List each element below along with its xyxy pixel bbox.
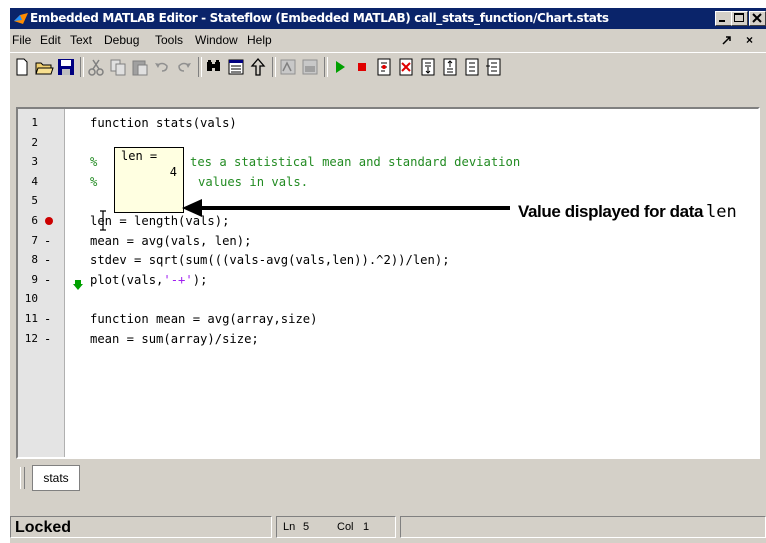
- status-position-panel: Ln 5 Col 1: [276, 516, 396, 538]
- annotation-label: Value displayed for data: [518, 202, 704, 221]
- close-icon: [752, 13, 762, 23]
- toolbar-separator: [80, 57, 84, 77]
- tab-strip: stats: [16, 463, 760, 495]
- line-label: Ln: [283, 521, 296, 533]
- toolbar: [10, 52, 766, 81]
- minimize-button[interactable]: [715, 11, 732, 26]
- restore-icon: [722, 36, 731, 45]
- code-editor[interactable]: 1 2 3 4 5 6 7-8-9-10 11-12- function stats(vals…: [16, 107, 760, 459]
- go-to-icon[interactable]: [248, 57, 268, 77]
- execution-arrow-icon: [73, 279, 83, 290]
- status-bar: Locked Ln 5 Col 1: [10, 516, 766, 543]
- step-out-icon[interactable]: [440, 57, 460, 77]
- code-line[interactable]: mean = avg(vals, len);: [90, 234, 251, 248]
- line-number: 8: [31, 253, 38, 267]
- menu-help[interactable]: Help: [247, 33, 272, 47]
- status-locked: Locked: [15, 519, 72, 536]
- toolbar-separator: [324, 57, 328, 77]
- line-number: 9: [31, 272, 38, 286]
- executable-line-marker[interactable]: -: [44, 312, 51, 326]
- menu-debug[interactable]: Debug: [104, 33, 139, 47]
- code-line[interactable]: function mean = avg(array,size): [90, 312, 317, 326]
- line-number: 7: [31, 233, 38, 247]
- line-number: 3: [31, 155, 38, 169]
- code-line[interactable]: function stats(vals): [90, 116, 237, 130]
- menu-bar: File Edit Text Debug Tools Window Help ×: [10, 30, 766, 50]
- title-bar: Embedded MATLAB Editor - Stateflow (Embe…: [10, 8, 766, 29]
- data-value-tooltip: len = 4: [114, 147, 184, 213]
- status-state-panel: Locked: [10, 516, 272, 538]
- code-line[interactable]: stdev = sqrt(sum(((vals-avg(vals,len)).^…: [90, 253, 450, 267]
- close-button[interactable]: [749, 11, 766, 26]
- code-line[interactable]: mean = sum(array)/size;: [90, 332, 259, 346]
- menu-file[interactable]: File: [12, 33, 31, 47]
- maximize-button[interactable]: [731, 11, 748, 26]
- annotation-variable: len: [706, 202, 737, 222]
- mdi-close-button[interactable]: ×: [746, 33, 753, 47]
- compile-icon[interactable]: [300, 57, 320, 77]
- executable-line-marker[interactable]: -: [44, 253, 51, 267]
- line-number: 6: [31, 214, 38, 227]
- toolbar-separator: [198, 57, 202, 77]
- exit-debug-icon[interactable]: [484, 57, 504, 77]
- new-file-icon[interactable]: [12, 57, 32, 77]
- executable-line-marker[interactable]: -: [44, 234, 51, 248]
- tab-stats[interactable]: stats: [32, 465, 80, 491]
- line-number: 5: [31, 194, 38, 208]
- tooltip-value: 4: [169, 165, 177, 179]
- toolbar-separator: [272, 57, 276, 77]
- line-number: 10: [24, 292, 38, 306]
- paste-icon[interactable]: [130, 57, 150, 77]
- code-line[interactable]: plot(vals,'-+');: [90, 273, 207, 287]
- executable-line-marker[interactable]: -: [44, 332, 51, 346]
- column-label: Col: [337, 521, 354, 533]
- minimize-icon: [719, 20, 725, 22]
- text-cursor-icon: [100, 210, 106, 231]
- tab-grip: [20, 467, 25, 489]
- comment-text: values in vals.: [198, 174, 309, 189]
- line-number: 4: [31, 174, 38, 188]
- line-number: 1: [31, 116, 38, 129]
- code-line[interactable]: %: [90, 155, 97, 169]
- matlab-logo-icon: [14, 13, 28, 24]
- redo-icon[interactable]: [174, 57, 194, 77]
- editor-window: Embedded MATLAB Editor - Stateflow (Embe…: [10, 8, 766, 543]
- line-value: 5: [303, 521, 310, 533]
- menu-text[interactable]: Text: [70, 33, 92, 47]
- menu-edit[interactable]: Edit: [40, 33, 61, 47]
- undo-icon[interactable]: [152, 57, 172, 77]
- annotation-arrow: [182, 199, 510, 217]
- find-icon[interactable]: [204, 57, 224, 77]
- list-icon[interactable]: [226, 57, 246, 77]
- cut-icon[interactable]: [86, 57, 106, 77]
- stop-icon[interactable]: [352, 57, 372, 77]
- comment-text: tes a statistical mean and standard devi…: [190, 155, 521, 170]
- step-icon[interactable]: [374, 57, 394, 77]
- executable-line-marker[interactable]: -: [44, 273, 51, 287]
- mdi-restore-button[interactable]: [722, 33, 732, 48]
- status-extra-panel: [400, 516, 766, 538]
- line-number: 2: [31, 135, 38, 149]
- run-icon[interactable]: [330, 57, 350, 77]
- line-number: 11: [24, 312, 38, 325]
- menu-tools[interactable]: Tools: [155, 33, 183, 47]
- menu-window[interactable]: Window: [195, 33, 238, 47]
- line-number-gutter: 1 2 3 4 5 6 7-8-9-10 11-12-: [18, 109, 65, 457]
- step-over-icon[interactable]: [462, 57, 482, 77]
- copy-icon[interactable]: [108, 57, 128, 77]
- open-folder-icon[interactable]: [34, 57, 54, 77]
- window-title: Embedded MATLAB Editor - Stateflow (Embe…: [30, 11, 609, 25]
- column-value: 1: [363, 521, 370, 533]
- code-line[interactable]: %: [90, 175, 97, 189]
- build-icon[interactable]: [278, 57, 298, 77]
- maximize-icon: [734, 13, 744, 22]
- clear-breakpoint-icon[interactable]: [396, 57, 416, 77]
- save-icon[interactable]: [56, 57, 76, 77]
- step-in-icon[interactable]: [418, 57, 438, 77]
- tooltip-variable-name: len =: [121, 149, 158, 163]
- line-number: 12: [24, 331, 38, 345]
- breakpoint-icon[interactable]: [44, 216, 54, 226]
